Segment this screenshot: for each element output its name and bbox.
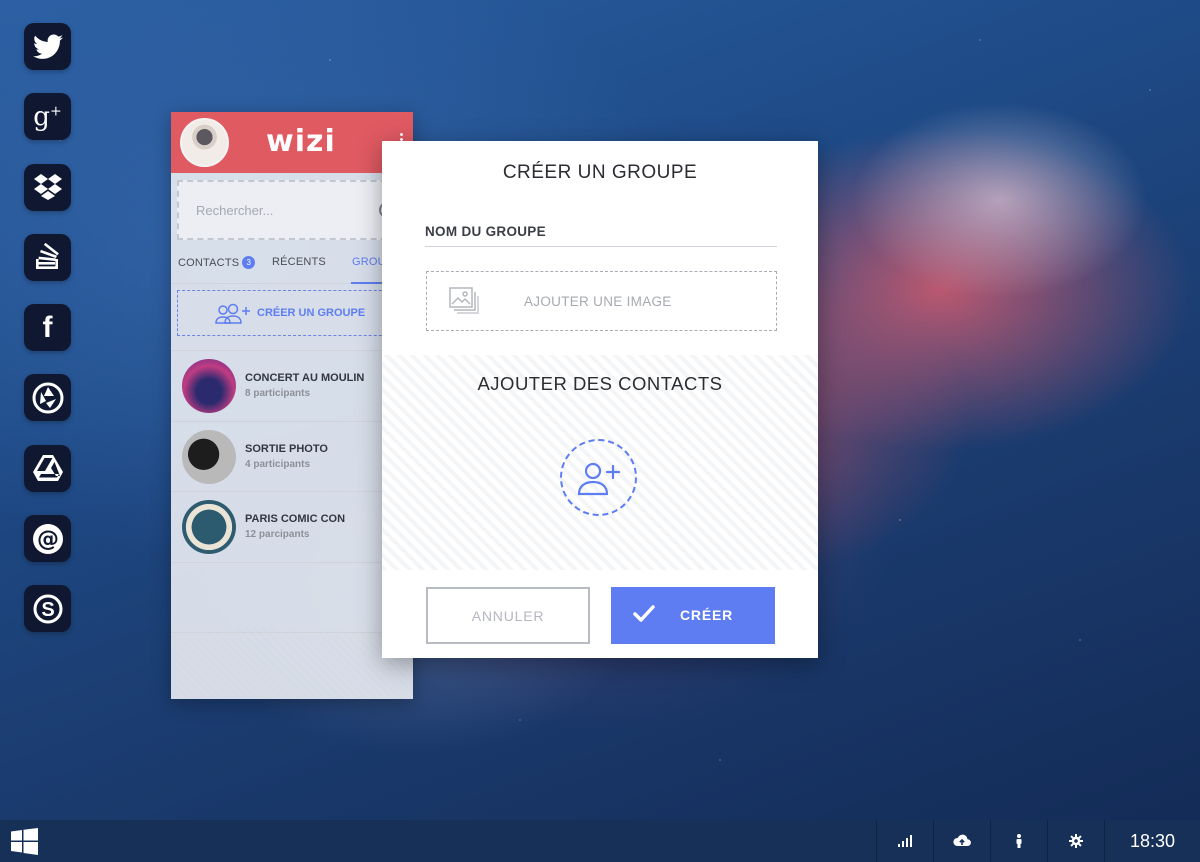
tab-groups[interactable]: GROU: [352, 256, 386, 268]
avatar[interactable]: [180, 118, 229, 167]
group-thumbnail: [182, 429, 236, 484]
dock-item-stack[interactable]: [24, 233, 71, 281]
cancel-button[interactable]: ANNULER: [426, 587, 590, 644]
add-image-label: AJOUTER UNE IMAGE: [524, 294, 672, 309]
user-add-icon: [577, 462, 620, 495]
create-group-dialog: CRÉER UN GROUPE NOM DU GROUPE AJOUTER UN…: [382, 141, 818, 658]
empty-list-item: [171, 563, 413, 633]
app-tabs: CONTACTS 3 RÉCENTS GROU: [171, 240, 413, 284]
tray-signal[interactable]: [876, 820, 933, 862]
group-list: CONCERT AU MOULIN 8 participants SORTIE …: [171, 350, 413, 633]
wizi-app-window: wizi Rechercher... CONTACTS 3 RÉCENTS GRO…: [171, 112, 413, 699]
group-name: PARIS COMIC CON: [245, 513, 346, 525]
add-contacts-section: AJOUTER DES CONTACTS: [382, 355, 818, 570]
create-button-label: CRÉER: [680, 607, 734, 623]
search-box[interactable]: Rechercher...: [177, 180, 407, 240]
create-group-button[interactable]: CRÉER UN GROUPE: [177, 290, 407, 336]
app-header: wizi: [171, 112, 413, 173]
person-icon: [1016, 834, 1022, 848]
windows-start-icon[interactable]: [11, 828, 38, 855]
dock-item-dropbox[interactable]: [24, 163, 71, 211]
drive-icon: [32, 455, 63, 482]
tab-contacts[interactable]: CONTACTS 3: [178, 256, 256, 269]
dialog-title: CRÉER UN GROUPE: [502, 162, 698, 183]
system-tray: 18:30: [876, 820, 1200, 862]
tab-contacts-label: CONTACTS: [178, 257, 240, 269]
group-name: CONCERT AU MOULIN: [245, 372, 365, 384]
contacts-count-badge: 3: [242, 256, 256, 269]
clock[interactable]: 18:30: [1104, 820, 1200, 862]
svg-text:@: @: [37, 527, 59, 552]
dock-item-facebook[interactable]: f: [24, 304, 71, 352]
dock-item-skype[interactable]: S: [24, 585, 71, 633]
add-contact-button[interactable]: [560, 439, 637, 516]
group-thumbnail: [182, 500, 236, 554]
list-item[interactable]: PARIS COMIC CON 12 parcipants: [171, 492, 413, 563]
app-logo: wizi: [266, 124, 336, 159]
twitter-icon: [32, 34, 63, 59]
google-plus-icon: g+: [33, 101, 62, 132]
create-group-label: CRÉER UN GROUPE: [257, 307, 366, 319]
list-item[interactable]: SORTIE PHOTO 4 participants: [171, 422, 413, 492]
cloud-upload-icon: [953, 834, 971, 846]
group-thumbnail: [182, 359, 236, 413]
tray-settings[interactable]: [1047, 820, 1104, 862]
dropbox-icon: [33, 174, 62, 201]
skype-icon: S: [33, 594, 62, 624]
group-participants: 12 parcipants: [245, 529, 310, 540]
create-button[interactable]: CRÉER: [611, 587, 775, 644]
dock-item-drive[interactable]: [24, 444, 71, 492]
dock-item-mail[interactable]: @: [24, 515, 71, 563]
signal-icon: [898, 835, 912, 847]
tab-recents[interactable]: RÉCENTS: [272, 256, 326, 268]
dock-item-twitter[interactable]: [24, 23, 71, 70]
search-input[interactable]: Rechercher...: [196, 203, 273, 218]
add-image-dropzone[interactable]: AJOUTER UNE IMAGE: [426, 271, 777, 331]
group-add-icon: [215, 303, 250, 324]
add-contacts-title: AJOUTER DES CONTACTS: [477, 373, 723, 394]
stack-icon: [35, 243, 59, 270]
tray-user[interactable]: [990, 820, 1047, 862]
dock-item-google-plus[interactable]: g+: [24, 93, 71, 141]
app-dock: g+ f @ S: [24, 23, 72, 656]
tray-cloud[interactable]: [933, 820, 990, 862]
empty-area-pattern: [171, 628, 413, 699]
group-participants: 4 participants: [245, 458, 311, 470]
taskbar: 18:30: [0, 820, 1200, 862]
settings-icon: [1069, 834, 1083, 848]
at-icon: @: [32, 523, 63, 554]
dock-item-picasa[interactable]: [24, 374, 71, 422]
group-participants: 8 participants: [245, 388, 311, 399]
check-icon: [633, 605, 655, 622]
group-name: SORTIE PHOTO: [245, 442, 328, 455]
image-icon: [449, 287, 479, 314]
svg-text:S: S: [41, 599, 54, 621]
list-item[interactable]: CONCERT AU MOULIN 8 participants: [171, 351, 413, 422]
facebook-icon: f: [42, 310, 53, 344]
aperture-icon: [32, 382, 63, 414]
group-name-field[interactable]: [425, 221, 777, 247]
